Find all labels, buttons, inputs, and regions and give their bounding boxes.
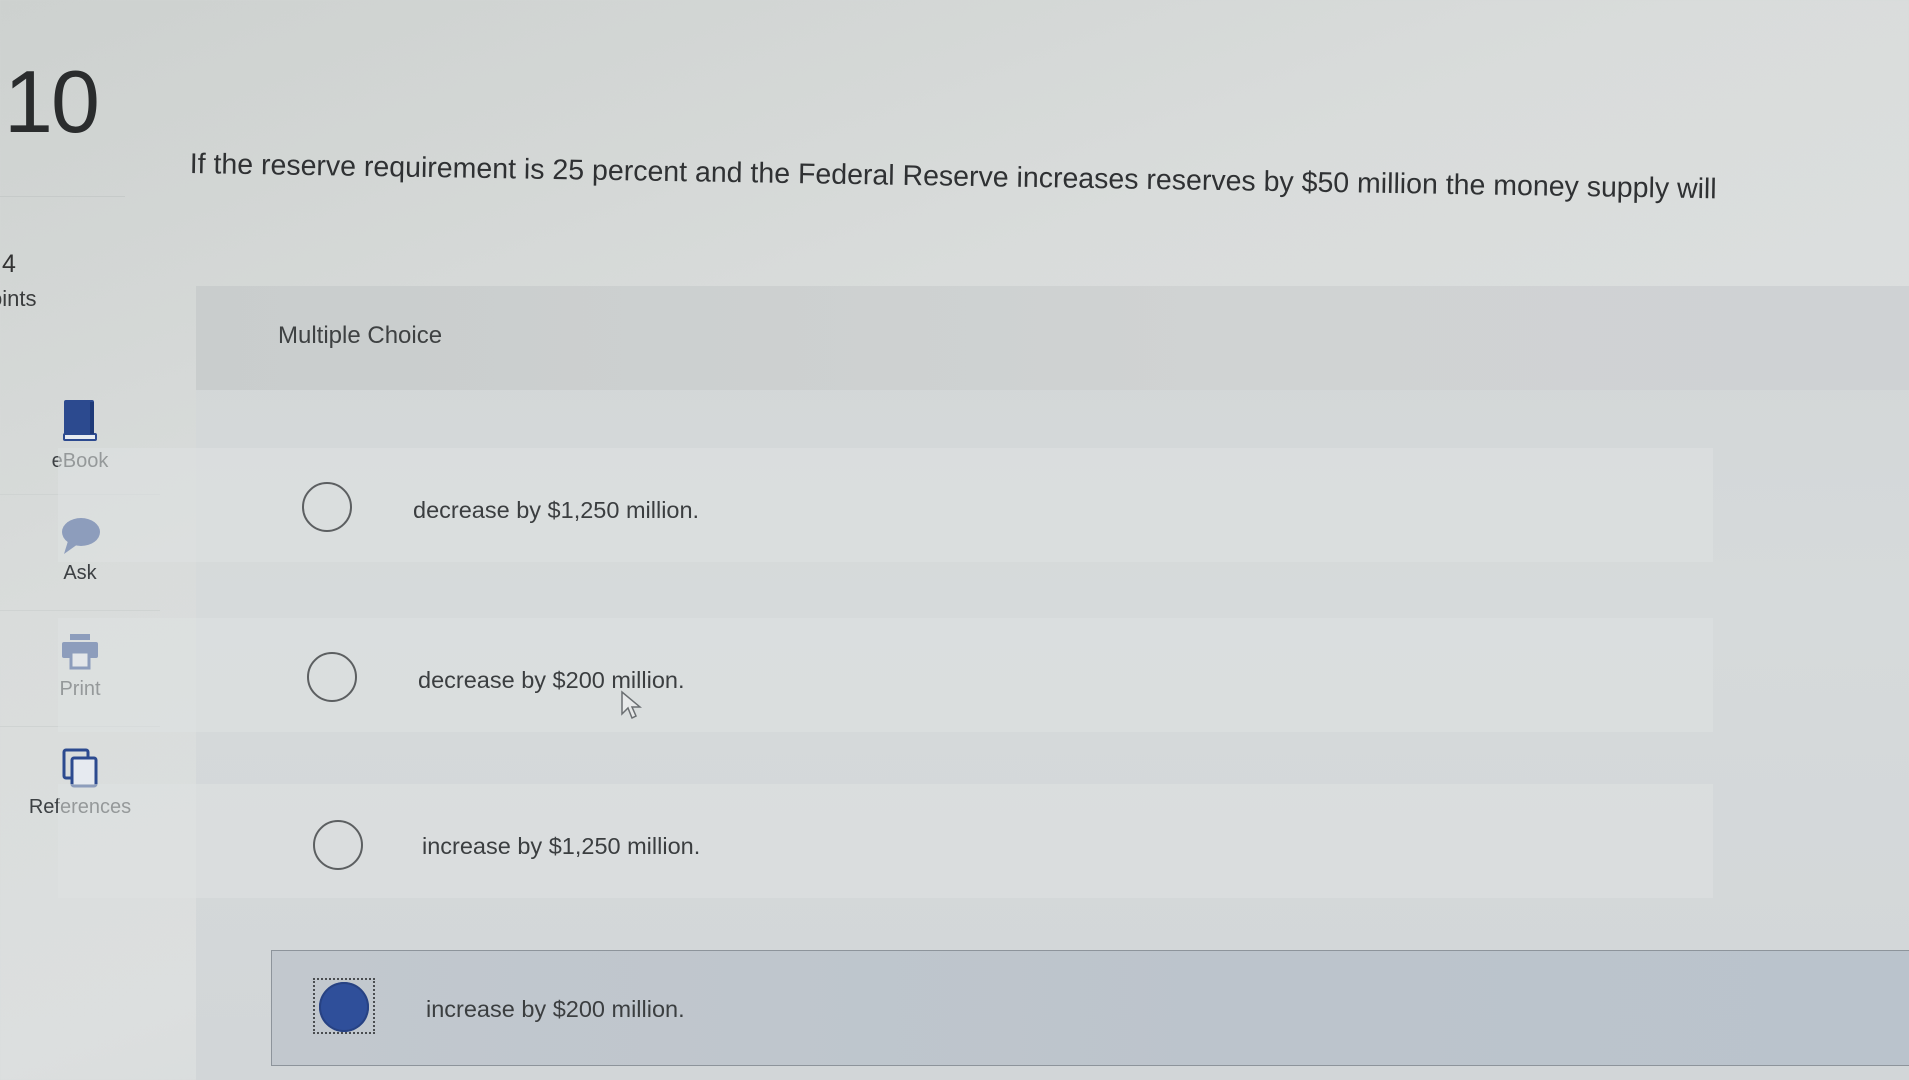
mouse-cursor-icon xyxy=(621,690,642,720)
panel-header: Multiple Choice xyxy=(196,286,1909,390)
panel-title: Multiple Choice xyxy=(278,322,443,349)
radio-button-option-4-selected[interactable] xyxy=(319,982,369,1032)
question-number: 10 xyxy=(4,52,100,151)
ask-label: Ask xyxy=(63,562,97,584)
choice-option-4-label: increase by $200 million. xyxy=(426,996,685,1022)
choice-option-1-label: decrease by $1,250 million. xyxy=(413,497,700,523)
question-prompt: If the reserve requirement is 25 percent… xyxy=(189,148,1717,206)
book-icon xyxy=(63,400,97,441)
radio-button-option-2[interactable] xyxy=(307,652,357,702)
points-label: oints xyxy=(0,286,37,311)
radio-button-option-3[interactable] xyxy=(313,820,363,870)
choice-option-2-label: decrease by $200 million. xyxy=(418,667,685,693)
rail-divider xyxy=(0,196,125,197)
radio-button-option-1[interactable] xyxy=(302,482,352,532)
choice-option-3[interactable] xyxy=(58,784,1713,898)
points-value: 4 xyxy=(2,250,16,278)
choice-option-3-label: increase by $1,250 million. xyxy=(422,833,701,859)
